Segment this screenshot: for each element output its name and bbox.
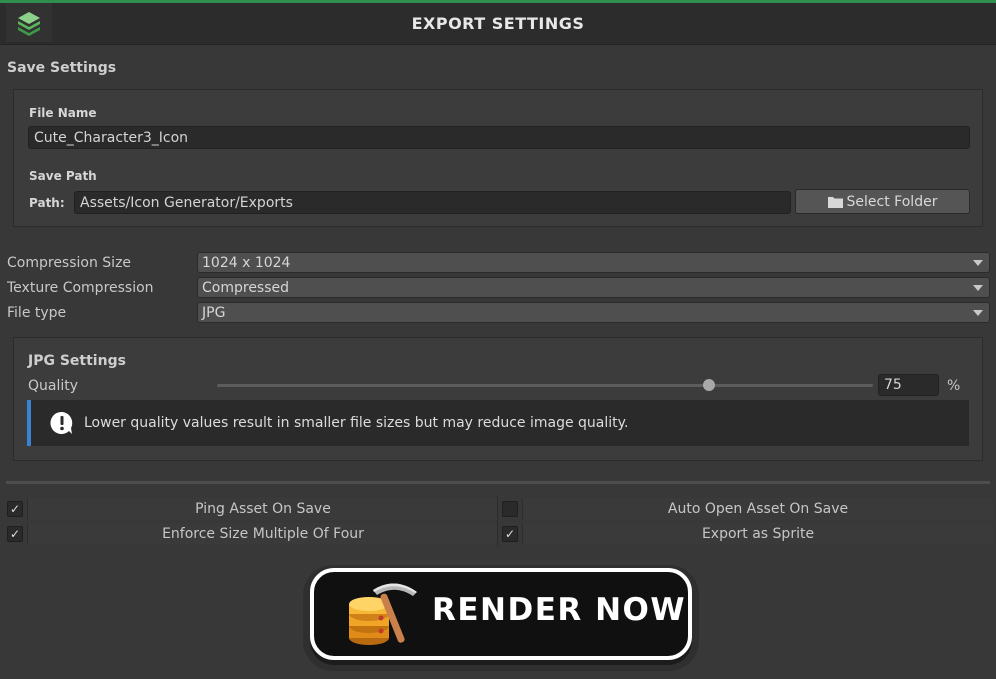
quality-label: Quality [28,378,79,394]
quality-slider-track[interactable] [217,384,873,387]
quality-unit: % [947,378,961,394]
save-settings-panel: File Name Cute_Character3_Icon Save Path… [13,89,983,227]
folder-icon [827,196,843,208]
auto-open-asset-option[interactable]: Auto Open Asset On Save [522,498,993,520]
texture-compression-value: Compressed [202,279,290,296]
quality-input[interactable]: 75 [878,374,939,396]
texture-compression-dropdown[interactable]: Compressed [197,277,990,298]
save-path-label: Save Path [29,169,97,183]
ping-asset-checkbox[interactable]: ✓ [7,501,23,517]
ping-asset-option[interactable]: Ping Asset On Save [27,498,498,520]
section-divider [6,481,990,484]
option-column-separator [497,495,498,547]
file-name-input[interactable]: Cute_Character3_Icon [28,126,970,149]
triangle-down-icon [973,310,983,316]
compression-size-value: 1024 x 1024 [202,254,291,271]
file-type-label: File type [7,305,67,321]
warning-bubble-icon [50,411,73,434]
render-now-button[interactable]: RENDER NOW [310,568,692,660]
check-icon: ✓ [9,527,21,541]
pickaxe-database-icon [349,583,417,645]
enforce-size-option[interactable]: Enforce Size Multiple Of Four [27,523,498,545]
quality-info-box: Lower quality values result in smaller f… [27,400,969,446]
compression-size-dropdown[interactable]: 1024 x 1024 [197,252,990,273]
select-folder-button[interactable]: Select Folder [795,189,970,214]
title-accent-line [0,0,996,3]
file-type-value: JPG [202,304,226,321]
window-title: EXPORT SETTINGS [411,14,585,33]
auto-open-asset-checkbox[interactable] [502,501,518,517]
file-name-label: File Name [29,106,97,120]
path-label: Path: [29,196,65,210]
enforce-size-checkbox[interactable]: ✓ [7,526,23,542]
compression-size-label: Compression Size [7,255,132,271]
export-sprite-option[interactable]: Export as Sprite [522,523,993,545]
check-icon: ✓ [504,527,516,541]
triangle-down-icon [973,285,983,291]
jpg-settings-heading: JPG Settings [28,353,126,369]
texture-compression-label: Texture Compression [7,280,154,296]
triangle-down-icon [973,260,983,266]
quality-slider-thumb[interactable] [703,379,715,391]
file-type-dropdown[interactable]: JPG [197,302,990,323]
render-now-label: RENDER NOW [432,592,687,628]
save-settings-heading: Save Settings [7,60,117,76]
quality-info-text: Lower quality values result in smaller f… [84,415,629,431]
export-sprite-checkbox[interactable]: ✓ [502,526,518,542]
path-input[interactable]: Assets/Icon Generator/Exports [74,191,791,214]
select-folder-label: Select Folder [846,193,938,210]
check-icon: ✓ [9,502,21,516]
title-bar: EXPORT SETTINGS [0,0,996,45]
